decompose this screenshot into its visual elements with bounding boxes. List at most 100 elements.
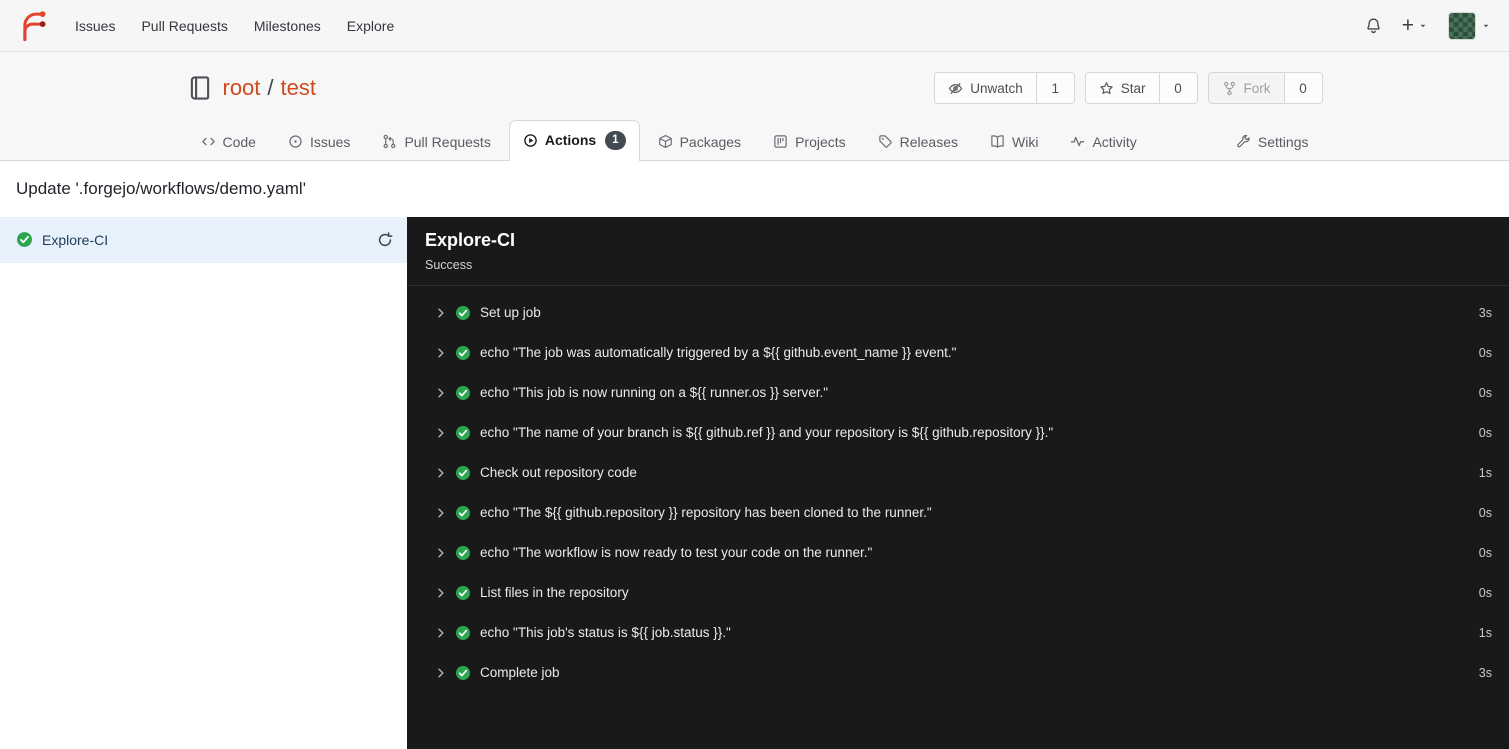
nav-pull-requests[interactable]: Pull Requests [128, 9, 240, 43]
step-duration: 0s [1478, 545, 1492, 560]
tab-pull-requests[interactable]: Pull Requests [368, 123, 504, 160]
refresh-icon[interactable] [377, 232, 393, 248]
step-duration: 1s [1478, 465, 1492, 480]
step-row[interactable]: echo "This job is now running on a ${{ r… [407, 373, 1509, 413]
tab-code[interactable]: Code [187, 123, 270, 160]
step-duration: 0s [1478, 425, 1492, 440]
pulse-icon [1070, 134, 1085, 149]
step-row[interactable]: echo "The name of your branch is ${{ git… [407, 413, 1509, 453]
navbar-links: Issues Pull Requests Milestones Explore [62, 9, 407, 43]
nav-explore[interactable]: Explore [334, 9, 407, 43]
chevron-right-icon[interactable] [434, 666, 448, 680]
eye-slash-icon [948, 81, 963, 96]
repo-title: root / test [223, 75, 317, 101]
tab-releases[interactable]: Releases [864, 123, 972, 160]
top-navbar: Issues Pull Requests Milestones Explore … [0, 0, 1509, 52]
workflow-run-title: Update '.forgejo/workflows/demo.yaml' [16, 178, 306, 198]
chevron-right-icon[interactable] [434, 426, 448, 440]
tab-label: Code [222, 133, 256, 150]
log-panel: Explore-CI Success Set up job 3s echo "T… [407, 216, 1509, 749]
chevron-right-icon[interactable] [434, 626, 448, 640]
success-check-icon [16, 231, 33, 248]
tab-label: Pull Requests [404, 133, 491, 150]
fork-button[interactable]: Fork [1207, 72, 1285, 104]
repo-name-link[interactable]: test [281, 75, 316, 101]
step-row[interactable]: echo "The workflow is now ready to test … [407, 533, 1509, 573]
star-button[interactable]: Star [1084, 72, 1160, 104]
book-icon [990, 134, 1005, 149]
step-duration: 0s [1478, 385, 1492, 400]
repo-owner-link[interactable]: root [223, 75, 261, 101]
unwatch-button[interactable]: Unwatch [934, 72, 1037, 104]
tab-packages[interactable]: Packages [644, 123, 755, 160]
step-row[interactable]: List files in the repository 0s [407, 573, 1509, 613]
chevron-right-icon[interactable] [434, 386, 448, 400]
code-icon [201, 134, 216, 149]
run-content: Explore-CI Explore-CI Success Set up job… [0, 216, 1509, 749]
tab-actions[interactable]: Actions 1 [508, 120, 640, 161]
step-name: echo "This job's status is ${{ job.statu… [480, 625, 731, 641]
tab-label: Issues [309, 133, 351, 150]
nav-issues[interactable]: Issues [62, 9, 128, 43]
fork-count[interactable]: 0 [1284, 72, 1323, 104]
step-row[interactable]: Set up job 3s [407, 293, 1509, 333]
tab-label: Releases [899, 133, 959, 150]
tab-label: Wiki [1012, 133, 1039, 150]
tab-issues[interactable]: Issues [274, 123, 364, 160]
success-check-icon [455, 665, 471, 681]
tab-settings[interactable]: Settings [1222, 123, 1323, 160]
success-check-icon [455, 465, 471, 481]
success-check-icon [455, 345, 471, 361]
chevron-right-icon[interactable] [434, 586, 448, 600]
plus-icon: + [1401, 14, 1414, 37]
repo-header: root / test Unwatch 1 Star 0 Fork 0 Code… [0, 52, 1509, 161]
forgejo-logo-icon [18, 11, 48, 41]
notifications-button[interactable] [1365, 17, 1382, 34]
forgejo-logo[interactable] [18, 11, 48, 41]
chevron-right-icon[interactable] [434, 306, 448, 320]
repo-icon [187, 75, 213, 101]
repo-action-buttons: Unwatch 1 Star 0 Fork 0 [934, 72, 1323, 104]
jobs-sidebar: Explore-CI [0, 216, 407, 749]
step-row[interactable]: echo "The ${{ github.repository }} repos… [407, 493, 1509, 533]
star-count[interactable]: 0 [1159, 72, 1198, 104]
step-name: Check out repository code [480, 465, 637, 481]
chevron-right-icon[interactable] [434, 346, 448, 360]
step-row[interactable]: echo "The job was automatically triggere… [407, 333, 1509, 373]
chevron-right-icon[interactable] [434, 546, 448, 560]
tab-wiki[interactable]: Wiki [976, 123, 1052, 160]
job-header: Explore-CI Success [407, 217, 1509, 286]
fork-label: Fork [1243, 80, 1271, 96]
step-row[interactable]: echo "This job's status is ${{ job.statu… [407, 613, 1509, 653]
create-new-button[interactable]: + [1402, 15, 1428, 36]
bell-icon [1365, 17, 1382, 34]
step-name: echo "The ${{ github.repository }} repos… [480, 505, 932, 521]
project-board-icon [773, 134, 788, 149]
step-row[interactable]: Check out repository code 1s [407, 453, 1509, 493]
job-item-explore-ci[interactable]: Explore-CI [0, 216, 407, 263]
star-button-group: Star 0 [1084, 72, 1198, 104]
watch-button-group: Unwatch 1 [934, 72, 1075, 104]
run-title-bar: Update '.forgejo/workflows/demo.yaml' [0, 160, 1509, 217]
tab-label: Activity [1092, 133, 1137, 150]
watch-count[interactable]: 1 [1036, 72, 1075, 104]
tab-projects[interactable]: Projects [759, 123, 860, 160]
step-duration: 0s [1478, 345, 1492, 360]
tab-activity[interactable]: Activity [1056, 123, 1150, 160]
nav-milestones[interactable]: Milestones [241, 9, 334, 43]
chevron-right-icon[interactable] [434, 506, 448, 520]
chevron-right-icon[interactable] [434, 466, 448, 480]
star-label: Star [1120, 80, 1146, 96]
user-menu[interactable] [1448, 11, 1491, 40]
fork-icon [1222, 81, 1237, 96]
pull-request-icon [382, 134, 397, 149]
tab-label: Actions [544, 132, 597, 149]
caret-down-icon [1481, 21, 1491, 31]
success-check-icon [455, 385, 471, 401]
step-row[interactable]: Complete job 3s [407, 653, 1509, 693]
success-check-icon [455, 305, 471, 321]
avatar [1448, 11, 1476, 40]
job-name: Explore-CI [42, 231, 109, 248]
repo-tabs: Code Issues Pull Requests Actions 1 Pack… [187, 120, 1323, 161]
repo-title-row: root / test Unwatch 1 Star 0 Fork 0 [187, 70, 1323, 106]
